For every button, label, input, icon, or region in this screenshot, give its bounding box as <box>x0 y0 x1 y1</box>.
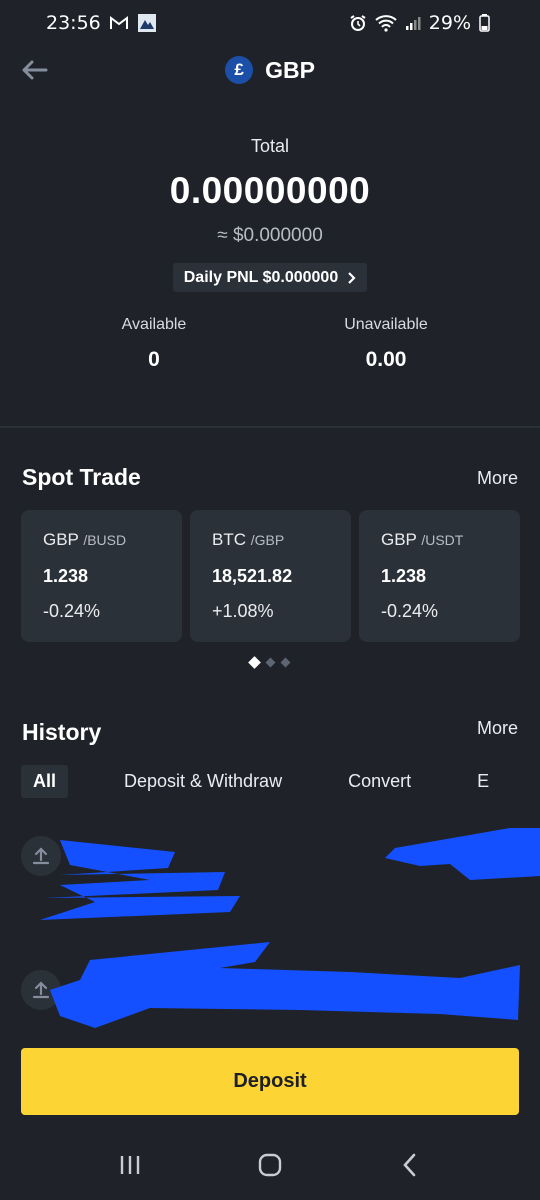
carousel-dot <box>265 657 276 668</box>
upload-icon <box>32 847 50 865</box>
pair-price: 1.238 <box>381 566 427 586</box>
available-label: Available <box>121 316 187 333</box>
history-item-icon <box>21 836 61 876</box>
status-bar: 23:56 29% <box>0 0 540 46</box>
carousel-dot-active <box>248 656 261 669</box>
tab-deposit-withdraw[interactable]: Deposit & Withdraw <box>124 771 282 792</box>
gbp-coin-icon: £ <box>225 56 254 84</box>
carousel-dots <box>248 656 291 669</box>
status-time: 23:56 <box>46 12 101 34</box>
total-label: Total <box>250 136 290 156</box>
battery-icon <box>479 14 490 32</box>
pair-change: +1.08% <box>212 601 274 621</box>
tab-convert[interactable]: Convert <box>348 771 411 792</box>
available-balance: Available 0 <box>54 316 254 372</box>
pair-change: -0.24% <box>381 601 439 621</box>
page-title: GBP <box>265 56 315 83</box>
chevron-right-icon <box>348 271 356 284</box>
spot-card-gbp-usdt[interactable]: GBP /USDT 1.238 -0.24% <box>359 510 520 642</box>
total-usd-value: ≈ $0.000000 <box>217 225 323 246</box>
header: £ GBP <box>0 46 540 94</box>
spot-trade-cards: GBP /BUSD 1.238 -0.24% BTC /GBP 18,521.8… <box>21 510 520 642</box>
pair-change: -0.24% <box>43 601 101 621</box>
spot-card-gbp-busd[interactable]: GBP /BUSD 1.238 -0.24% <box>21 510 182 642</box>
pair-price: 18,521.82 <box>212 566 293 586</box>
signal-icon <box>405 15 421 31</box>
total-value: 0.00000000 <box>169 170 371 211</box>
history-tabs: All Deposit & Withdraw Convert E <box>21 764 540 798</box>
history-item-icon <box>21 970 61 1010</box>
spot-trade-title: Spot Trade <box>22 464 141 490</box>
tab-all[interactable]: All <box>21 764 69 798</box>
tab-more-partial[interactable]: E <box>477 771 489 792</box>
section-divider <box>0 426 540 428</box>
back-button[interactable] <box>20 56 50 84</box>
system-nav-bar <box>0 1130 540 1200</box>
history-more-link[interactable]: More <box>477 718 518 739</box>
page-title-wrap: £ GBP <box>225 56 315 84</box>
unavailable-balance: Unavailable 0.00 <box>286 316 486 372</box>
redaction-scribble <box>40 828 540 1028</box>
chevron-left-icon <box>403 1153 416 1177</box>
recent-apps-icon <box>120 1156 140 1174</box>
pair-label: BTC /GBP <box>212 530 285 549</box>
deposit-button[interactable]: Deposit <box>21 1048 519 1115</box>
recent-apps-button[interactable] <box>110 1145 150 1185</box>
unavailable-value: 0.00 <box>365 348 407 371</box>
pair-price: 1.238 <box>43 566 89 586</box>
daily-pnl-button[interactable]: Daily PNL $0.000000 <box>173 263 367 292</box>
gmail-icon <box>109 15 129 31</box>
pair-label: GBP /BUSD <box>43 530 127 549</box>
spot-trade-more-link[interactable]: More <box>477 468 518 489</box>
home-icon <box>258 1153 282 1177</box>
carousel-dot <box>280 657 291 668</box>
alarm-icon <box>349 14 367 32</box>
upload-icon <box>32 981 50 999</box>
battery-percent: 29% <box>428 12 471 34</box>
available-value: 0 <box>148 348 160 371</box>
arrow-left-icon <box>22 60 48 80</box>
app-notification-icon <box>137 13 157 33</box>
unavailable-label: Unavailable <box>344 316 428 333</box>
wifi-icon <box>375 14 397 32</box>
pair-label: GBP /USDT <box>381 530 464 549</box>
home-button[interactable] <box>250 1145 290 1185</box>
daily-pnl-label: Daily PNL $0.000000 <box>183 268 339 286</box>
system-back-button[interactable] <box>390 1145 430 1185</box>
spot-card-btc-gbp[interactable]: BTC /GBP 18,521.82 +1.08% <box>190 510 351 642</box>
history-title: History <box>22 719 102 745</box>
